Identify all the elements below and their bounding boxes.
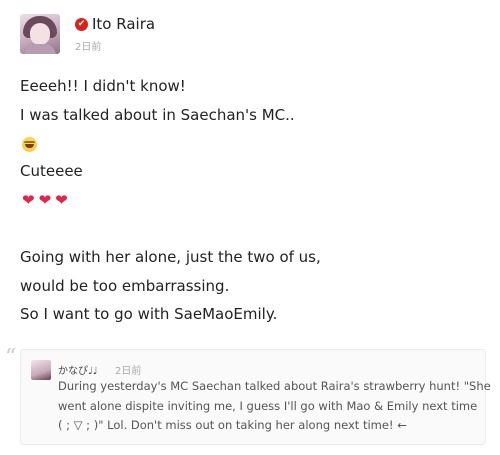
- post-line: Eeeeh!! I didn't know!: [20, 77, 186, 95]
- post-line: Cuteeee: [20, 162, 83, 180]
- post-line: So I want to go with SaeMaoEmily.: [20, 305, 278, 323]
- author-name[interactable]: Ito Raira: [92, 15, 155, 33]
- quoted-author-name[interactable]: かなぴ♩♩: [58, 362, 97, 377]
- post-line: I was talked about in Saechan's MC..: [20, 106, 295, 124]
- avatar-body: [24, 44, 56, 54]
- avatar-face: [30, 23, 50, 45]
- heart-icon: ❤: [55, 191, 68, 209]
- quoted-post-time: 2日前: [115, 366, 142, 377]
- post-time: 2日前: [75, 42, 102, 53]
- heart-icon: ❤: [38, 191, 52, 209]
- post-line: would be too embarrassing.: [20, 277, 230, 295]
- hearts-row: ❤ ❤ ❤: [22, 192, 72, 210]
- quoted-line: ( ; ▽ ; )" Lol. Don't miss out on taking…: [58, 418, 407, 432]
- heart-icon: ❤: [22, 191, 35, 209]
- author-avatar[interactable]: [20, 14, 60, 54]
- quoted-line: went alone dispite inviting me, I guess …: [58, 399, 478, 413]
- grin-emoji-icon: [22, 137, 37, 157]
- post-line: Going with her alone, just the two of us…: [20, 248, 321, 266]
- quote-mark-icon: “: [5, 345, 17, 370]
- verified-icon: ✔: [75, 18, 88, 31]
- quoted-author-avatar[interactable]: [31, 360, 51, 380]
- quoted-line: During yesterday's MC Saechan talked abo…: [58, 379, 491, 393]
- quoted-post[interactable]: かなぴ♩♩ 2日前 During yesterday's MC Saechan …: [20, 349, 491, 445]
